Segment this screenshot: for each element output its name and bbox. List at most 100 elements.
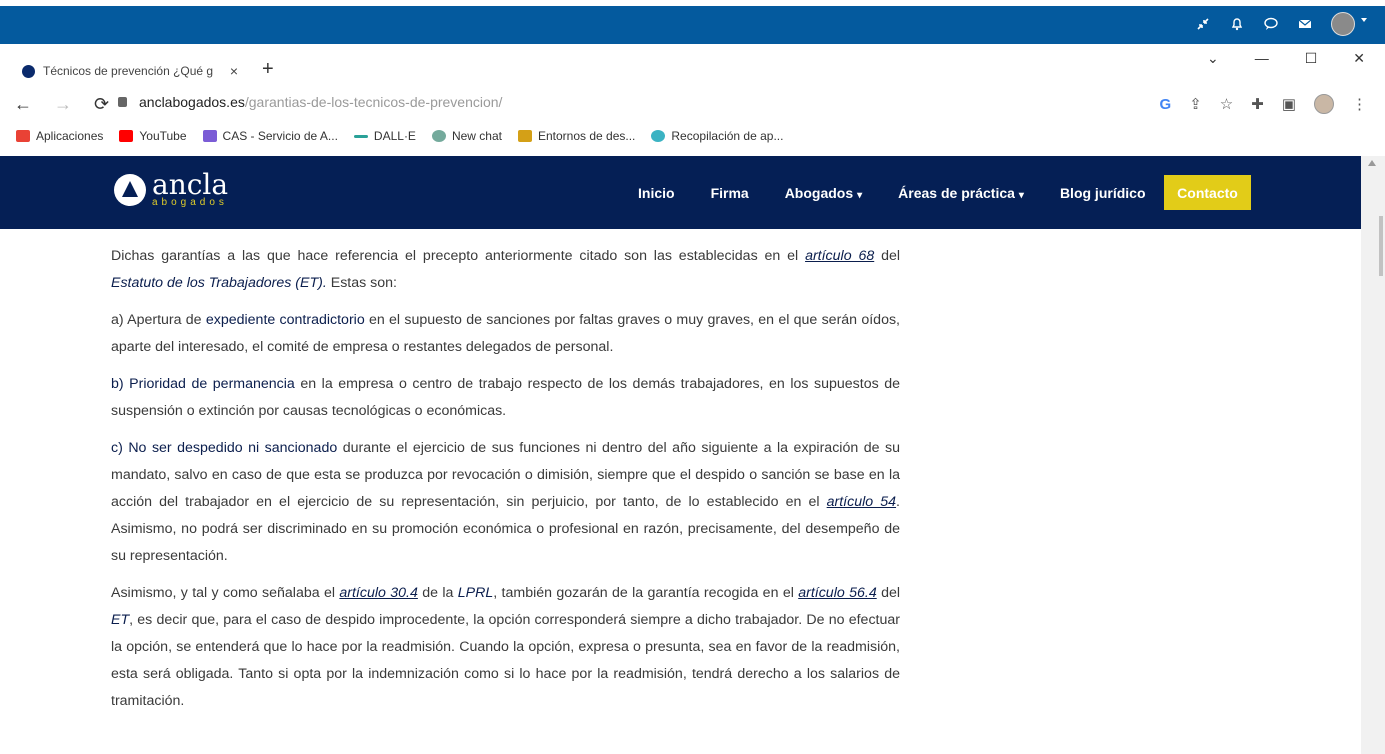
youtube-icon — [119, 130, 134, 142]
apps-grid-icon — [16, 130, 30, 142]
scroll-thumb[interactable] — [1379, 216, 1383, 276]
text: Dichas garantías a las que hace referenc… — [111, 248, 806, 264]
share-icon[interactable]: ⇪ — [1189, 95, 1202, 113]
menu-item-areas[interactable]: Áreas de práctica ▾ — [898, 185, 1024, 201]
minimize-arrows-icon[interactable] — [1195, 16, 1211, 32]
mail-icon[interactable] — [1297, 16, 1313, 32]
highlight: expediente contradictorio — [205, 312, 365, 328]
browser-tab[interactable]: Técnicos de prevención ¿Qué ga × — [10, 56, 250, 86]
recopilacion-icon — [651, 130, 666, 142]
main-menu: Inicio Firma Abogados ▾ Áreas de práctica… — [638, 156, 1146, 229]
et-reference: ET — [111, 612, 130, 628]
highlight: b) Prioridad de permanencia — [111, 376, 295, 392]
trophy-icon — [517, 130, 532, 142]
forward-button[interactable]: → — [54, 94, 72, 115]
bookmark-star-icon[interactable]: ☆ — [1220, 95, 1233, 113]
highlight: c) No ser despedido ni sancionado — [111, 440, 338, 456]
window-controls: ⌄ — ☐ ✕ — [1207, 50, 1365, 67]
tab-title: Técnicos de prevención ¿Qué ga — [43, 64, 213, 78]
bookmark-label: YouTube — [139, 129, 187, 143]
menu-label: Áreas de práctica — [898, 184, 1015, 201]
bookmark-dalle[interactable]: DALL·E — [353, 129, 416, 143]
bookmark-label: Aplicaciones — [36, 129, 104, 143]
nav-buttons: ← → ⟳ — [14, 94, 109, 115]
close-window-button[interactable]: ✕ — [1353, 50, 1365, 67]
text: Estas son: — [326, 275, 397, 291]
link-articulo-30-4[interactable]: artículo 30.4 — [339, 585, 418, 601]
lock-icon[interactable] — [118, 97, 127, 107]
site-logo[interactable]: ancla abogados — [114, 171, 228, 208]
menu-item-blog[interactable]: Blog jurídico — [1060, 185, 1146, 201]
app-top-bar — [0, 0, 1385, 44]
paragraph-asimismo: Asimismo, y tal y como señalaba el artíc… — [111, 580, 900, 715]
site-header: ancla abogados Inicio Firma Abogados ▾ Ár… — [0, 156, 1361, 229]
chat-icon[interactable] — [1263, 16, 1279, 32]
url-bar[interactable]: anclabogados.es/garantias-de-los-tecnico… — [118, 94, 502, 110]
scroll-up-arrow-icon[interactable] — [1368, 160, 1376, 166]
link-articulo-68[interactable]: artículo 68 — [805, 248, 874, 264]
bookmark-label: DALL·E — [373, 129, 416, 143]
browser-chrome: Técnicos de prevención ¿Qué ga × + ⌄ — ☐… — [0, 44, 1385, 156]
lprl-reference: LPRL — [457, 585, 494, 601]
text: a) Apertura de — [111, 312, 206, 328]
text: de la — [417, 585, 458, 601]
dalle-icon — [353, 134, 368, 138]
text: Asimismo, y tal y como señalaba el — [111, 585, 340, 601]
maximize-window-button[interactable]: ☐ — [1305, 50, 1318, 67]
tab-close-icon[interactable]: × — [230, 63, 238, 79]
paragraph-intro: Dichas garantías a las que hace referenc… — [111, 243, 900, 297]
chevron-down-icon: ▾ — [857, 189, 863, 201]
tab-search-chevron-icon[interactable]: ⌄ — [1207, 50, 1219, 67]
more-menu-icon[interactable]: ⋮ — [1352, 95, 1367, 113]
profile-avatar[interactable] — [1314, 94, 1334, 114]
paragraph-b: b) Prioridad de permanencia en la empres… — [111, 371, 900, 425]
url-path: /garantias-de-los-tecnicos-de-prevencion… — [244, 94, 503, 110]
paragraph-c: c) No ser despedido ni sancionado durant… — [111, 435, 900, 570]
bookmark-label: New chat — [451, 129, 502, 143]
menu-item-inicio[interactable]: Inicio — [638, 185, 675, 201]
back-button[interactable]: ← — [14, 94, 32, 115]
ancla-logo-icon — [114, 173, 146, 206]
bookmark-new-chat[interactable]: New chat — [431, 129, 502, 143]
address-bar-icons: G ⇪ ☆ ✚ ▣ ⋮ — [1160, 94, 1367, 114]
user-avatar[interactable] — [1331, 12, 1355, 36]
menu-item-firma[interactable]: Firma — [711, 185, 749, 201]
text: , también gozarán de la garantía recogid… — [493, 585, 799, 601]
contacto-button[interactable]: Contacto — [1164, 175, 1251, 210]
reload-button[interactable]: ⟳ — [94, 94, 109, 115]
link-articulo-54[interactable]: artículo 54 — [827, 494, 896, 510]
bookmark-cas[interactable]: CAS - Servicio de A... — [202, 129, 338, 143]
side-panel-icon[interactable]: ▣ — [1282, 95, 1296, 113]
text: , es decir que, para el caso de despido … — [111, 612, 900, 709]
article-body: Dichas garantías a las que hace referenc… — [111, 243, 900, 725]
chevron-down-icon: ▾ — [1018, 189, 1024, 201]
link-articulo-56-4[interactable]: artículo 56.4 — [798, 585, 877, 601]
menu-item-abogados[interactable]: Abogados ▾ — [785, 185, 862, 201]
google-lens-icon[interactable]: G — [1160, 96, 1172, 113]
tab-row: Técnicos de prevención ¿Qué ga × + ⌄ — ☐… — [0, 44, 1385, 86]
bookmark-entornos[interactable]: Entornos de des... — [517, 129, 636, 143]
bookmarks-bar: Aplicaciones YouTube CAS - Servicio de A… — [0, 122, 1385, 150]
paragraph-a: a) Apertura de expediente contradictorio… — [111, 307, 900, 361]
url-host: anclabogados.es — [139, 94, 245, 110]
top-strip — [0, 0, 1385, 6]
cas-icon — [202, 130, 217, 142]
extensions-puzzle-icon[interactable]: ✚ — [1251, 95, 1264, 113]
estatuto-reference: Estatuto de los Trabajadores (ET). — [111, 275, 327, 291]
menu-label: Abogados — [784, 184, 854, 201]
minimize-window-button[interactable]: — — [1255, 50, 1269, 67]
bookmark-label: Entornos de des... — [537, 129, 636, 143]
text: del — [876, 585, 901, 601]
tab-favicon-icon — [22, 64, 35, 78]
avatar-caret-icon[interactable] — [1361, 18, 1367, 22]
bookmark-aplicaciones[interactable]: Aplicaciones — [16, 129, 103, 143]
logo-name: ancla — [152, 168, 229, 201]
page-scrollbar[interactable] — [1361, 156, 1385, 754]
new-tab-button[interactable]: + — [262, 58, 274, 81]
bookmark-recopilacion[interactable]: Recopilación de ap... — [651, 129, 783, 143]
logo-subtitle: abogados — [152, 197, 228, 208]
bookmark-label: Recopilación de ap... — [671, 129, 784, 143]
bell-icon[interactable] — [1229, 16, 1245, 32]
bookmark-label: CAS - Servicio de A... — [222, 129, 338, 143]
bookmark-youtube[interactable]: YouTube — [119, 129, 187, 143]
